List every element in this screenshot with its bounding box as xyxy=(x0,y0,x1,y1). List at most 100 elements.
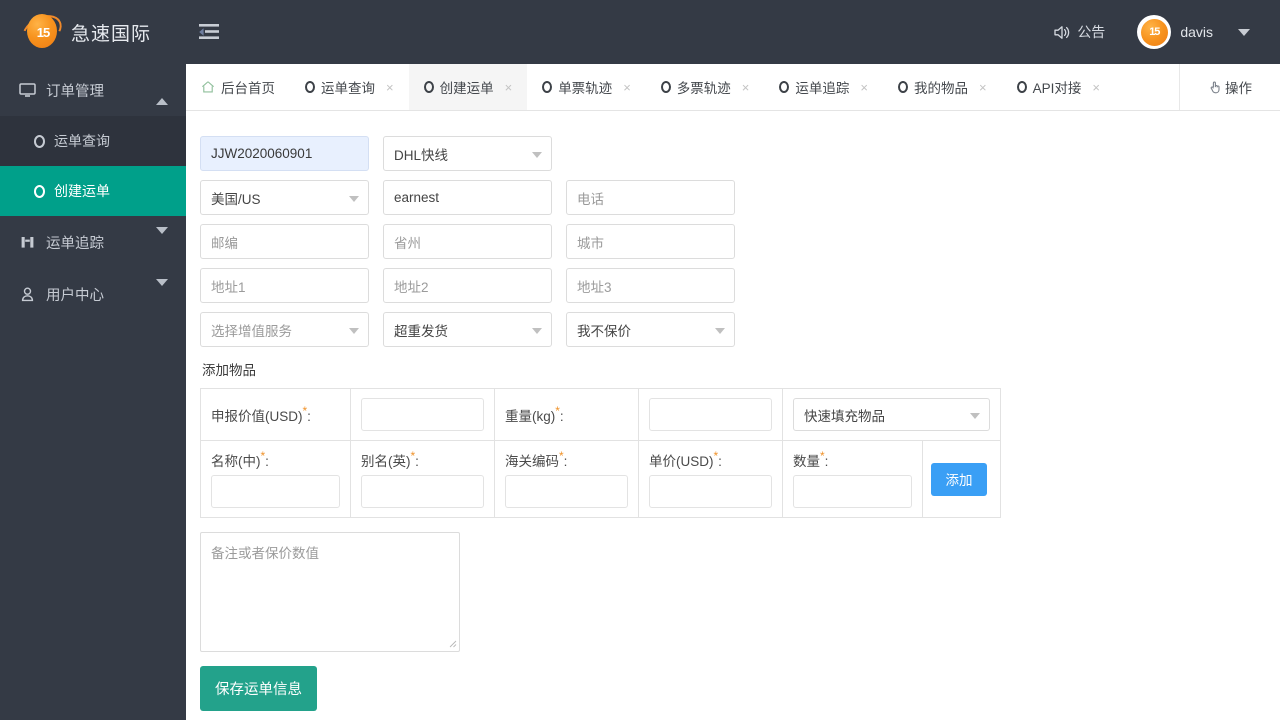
logo-icon: 15 xyxy=(16,8,68,54)
add-item-button[interactable]: 添加 xyxy=(931,462,987,496)
tab-create-waybill[interactable]: 创建运单 × xyxy=(408,64,528,110)
tab-home[interactable]: 后台首页 xyxy=(186,64,290,110)
close-icon[interactable]: × xyxy=(505,81,513,94)
sidebar-item-waybill-query[interactable]: 运单查询 xyxy=(0,116,186,166)
quick-fill-cell: 快速填充物品 xyxy=(782,388,1001,441)
phone-placeholder: 电话 xyxy=(577,191,604,207)
close-icon[interactable]: × xyxy=(742,81,750,94)
chevron-down-icon[interactable] xyxy=(1238,28,1250,36)
ring-icon xyxy=(305,81,315,93)
overweight-shipping-select[interactable]: 超重发货 xyxy=(383,312,552,347)
tab-my-items[interactable]: 我的物品 × xyxy=(883,64,1002,110)
collapse-menu-icon[interactable] xyxy=(186,0,232,64)
unit-price-cell: 单价(USD)*: xyxy=(638,440,783,518)
close-icon[interactable]: × xyxy=(860,81,868,94)
name-cn-label: 名称(中) xyxy=(211,454,261,469)
postcode-input[interactable]: 邮编 xyxy=(200,224,369,259)
ring-icon xyxy=(779,81,790,93)
notes-textarea[interactable]: 备注或者保价数值 xyxy=(200,532,460,652)
sidebar-group-orders-label: 订单管理 xyxy=(46,83,104,100)
phone-input[interactable]: 电话 xyxy=(566,180,735,215)
sidebar-group-tracking[interactable]: 运单追踪 xyxy=(0,216,186,268)
weight-label: 重量(kg) xyxy=(505,408,556,424)
quick-fill-select[interactable]: 快速填充物品 xyxy=(793,398,990,431)
address1-placeholder: 地址1 xyxy=(211,279,246,295)
country-select[interactable]: 美国/US xyxy=(200,180,369,215)
declared-value-label: 申报价值(USD) xyxy=(211,408,303,424)
tab-action-menu[interactable]: 操作 xyxy=(1179,64,1280,110)
hs-code-input[interactable] xyxy=(505,475,628,508)
form-row-3: 邮编 省州 城市 xyxy=(200,224,1280,259)
address2-input[interactable]: 地址2 xyxy=(383,268,552,303)
quantity-cell: 数量*: xyxy=(782,440,923,518)
province-placeholder: 省州 xyxy=(394,235,421,251)
address3-placeholder: 地址3 xyxy=(577,279,612,295)
tab-waybill-tracking[interactable]: 运单追踪 × xyxy=(764,64,883,110)
close-icon[interactable]: × xyxy=(1092,81,1100,94)
unit-price-input[interactable] xyxy=(649,475,772,508)
declared-value-input[interactable] xyxy=(361,398,484,431)
close-icon[interactable]: × xyxy=(623,81,631,94)
quantity-input[interactable] xyxy=(793,475,912,508)
sidebar-item-create-waybill[interactable]: 创建运单 xyxy=(0,166,186,216)
tab-waybill-query-label: 运单查询 xyxy=(321,81,375,96)
colon: : xyxy=(559,408,564,424)
address1-input[interactable]: 地址1 xyxy=(200,268,369,303)
colon: : xyxy=(265,454,269,469)
notice-button[interactable]: 公告 xyxy=(1035,0,1123,64)
chevron-down-icon xyxy=(532,151,542,158)
hs-code-label-wrap: 海关编码*: xyxy=(505,450,628,470)
chevron-down-icon xyxy=(715,327,725,334)
name-cn-label-wrap: 名称(中)*: xyxy=(211,450,340,470)
monitor-glyph xyxy=(18,82,36,97)
items-table-row-2: 名称(中)*: 别名(英)*: 海关编码*: 单价(USD)*: 数量*: 添加 xyxy=(200,440,1001,518)
user-menu[interactable]: 15 davis xyxy=(1123,0,1262,64)
ring-icon xyxy=(897,81,908,93)
tab-multi-ticket-trace[interactable]: 多票轨迹 × xyxy=(646,64,765,110)
name-cn-input[interactable] xyxy=(211,475,340,508)
weight-input[interactable] xyxy=(649,398,772,431)
save-waybill-button[interactable]: 保存运单信息 xyxy=(200,666,317,711)
value-added-service-select[interactable]: 选择增值服务 xyxy=(200,312,369,347)
colon: : xyxy=(415,454,419,469)
colon: : xyxy=(307,408,311,424)
chevron-down-icon xyxy=(349,327,359,334)
close-icon[interactable]: × xyxy=(386,81,394,94)
weight-label-cell: 重量(kg)*: xyxy=(494,388,639,441)
add-items-title: 添加物品 xyxy=(202,363,256,378)
notice-label: 公告 xyxy=(1077,24,1106,40)
ring-icon xyxy=(1016,81,1027,93)
order-number-input[interactable]: JJW2020060901 xyxy=(200,136,369,171)
chevron-down-icon xyxy=(970,412,980,419)
sidebar-group-user-center[interactable]: 用户中心 xyxy=(0,268,186,320)
name-en-input[interactable] xyxy=(361,475,484,508)
carrier-select[interactable]: DHL快线 xyxy=(383,136,552,171)
brand-area[interactable]: 15 急速国际 xyxy=(0,0,186,64)
city-input[interactable]: 城市 xyxy=(566,224,735,259)
resize-grip-icon xyxy=(449,640,457,648)
province-input[interactable]: 省州 xyxy=(383,224,552,259)
notes-placeholder: 备注或者保价数值 xyxy=(211,546,319,561)
recipient-name-value: earnest xyxy=(394,190,440,205)
binoculars-icon xyxy=(18,235,36,250)
ring-icon xyxy=(34,134,45,148)
tab-single-ticket-trace[interactable]: 单票轨迹 × xyxy=(527,64,646,110)
sidebar-group-orders[interactable]: 订单管理 xyxy=(0,64,186,116)
hs-code-label: 海关编码 xyxy=(505,454,559,469)
form-row-2: 美国/US earnest 电话 xyxy=(200,180,1280,215)
main-content: JJW2020060901 DHL快线 美国/US earnest 电话 邮编 xyxy=(186,111,1280,720)
insurance-select[interactable]: 我不保价 xyxy=(566,312,735,347)
address3-input[interactable]: 地址3 xyxy=(566,268,735,303)
close-icon[interactable]: × xyxy=(979,81,987,94)
name-cn-cell: 名称(中)*: xyxy=(200,440,351,518)
avatar-number: 15 xyxy=(1140,18,1168,46)
tabbar: 后台首页 运单查询 × 创建运单 × 单票轨迹 × 多票轨迹 × 运单追踪 × … xyxy=(186,64,1280,111)
ring-icon xyxy=(34,184,45,198)
recipient-name-input[interactable]: earnest xyxy=(383,180,552,215)
monitor-icon xyxy=(18,82,36,98)
home-icon xyxy=(202,81,214,93)
tab-api-integration[interactable]: API对接 × xyxy=(1002,64,1115,110)
tab-waybill-query[interactable]: 运单查询 × xyxy=(290,64,409,110)
unit-price-label: 单价(USD) xyxy=(649,454,714,469)
declared-value-input-cell xyxy=(350,388,495,441)
